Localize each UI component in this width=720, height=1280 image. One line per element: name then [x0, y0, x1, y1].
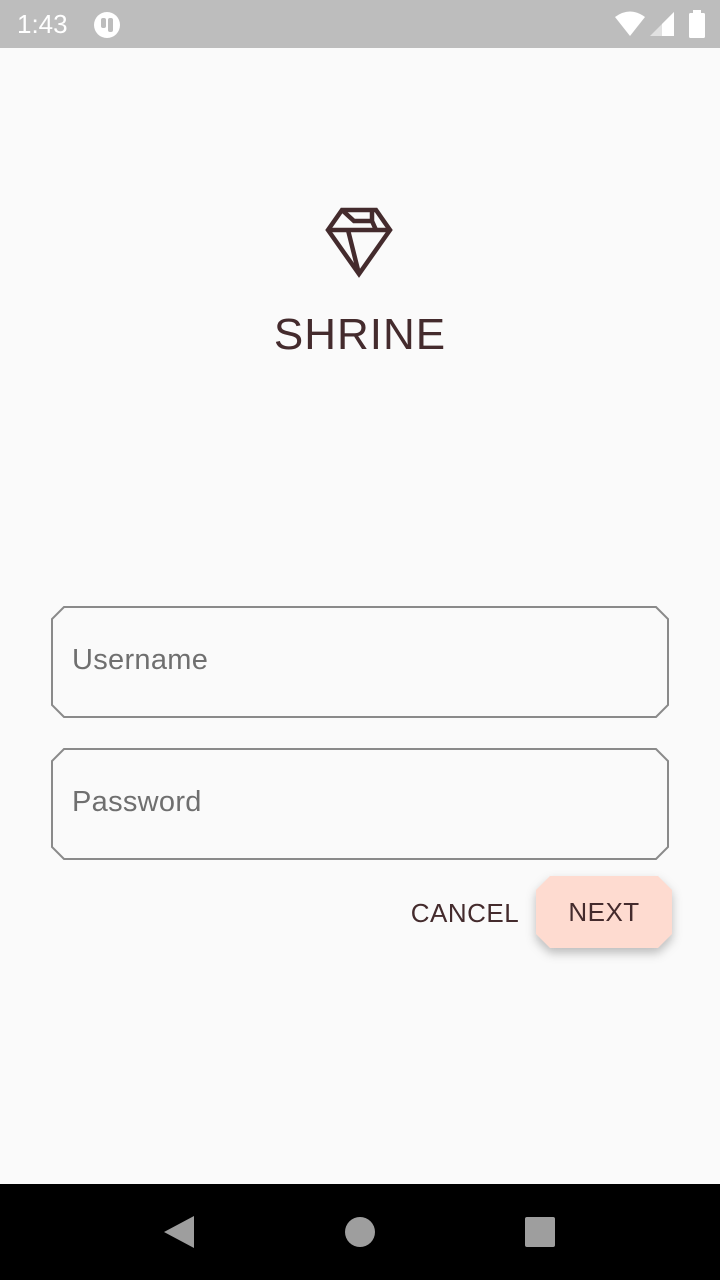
password-field[interactable]: Password	[51, 748, 669, 860]
next-button[interactable]: NEXT	[536, 876, 672, 948]
home-icon[interactable]	[344, 1216, 376, 1248]
signal-icon	[650, 12, 674, 36]
notification-app-icon	[94, 12, 120, 38]
status-bar: 1:43	[0, 0, 720, 48]
navigation-bar	[0, 1184, 720, 1280]
username-field[interactable]: Username	[51, 606, 669, 718]
username-placeholder: Username	[72, 644, 209, 676]
diamond-logo-icon	[325, 207, 393, 278]
next-button-wrap[interactable]: NEXT	[536, 876, 672, 948]
wifi-icon	[615, 11, 645, 36]
brand-title: SHRINE	[273, 310, 447, 359]
recents-icon[interactable]	[524, 1216, 556, 1248]
cancel-button[interactable]: CANCEL	[398, 878, 532, 948]
status-time: 1:43	[17, 9, 68, 39]
battery-icon	[689, 10, 705, 38]
password-placeholder: Password	[72, 786, 202, 818]
back-icon[interactable]	[162, 1214, 196, 1250]
